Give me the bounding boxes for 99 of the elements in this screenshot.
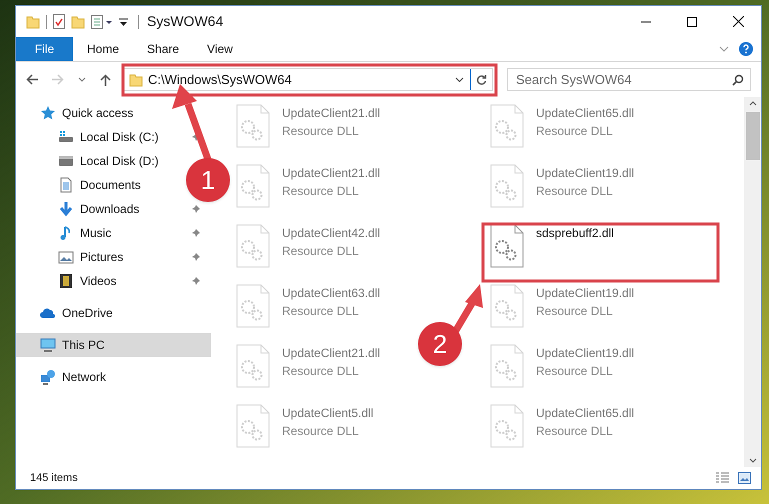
dll-file-icon [490,284,524,328]
dll-file-icon [490,224,524,268]
nav-item-label: Documents [80,177,141,194]
file-item[interactable]: UpdateClient5.dll Resource DLL [236,400,374,448]
dll-file-icon [236,344,270,388]
file-name: UpdateClient42.dll [282,225,380,242]
pointer-arrow [452,284,483,334]
search-box[interactable]: Search SysWOW64 [507,68,751,91]
file-item[interactable]: UpdateClient63.dll Resource DLL [236,280,380,328]
nav-item[interactable]: OneDrive [16,301,211,325]
file-item[interactable]: UpdateClient65.dll Resource DLL [490,400,634,448]
nav-item-label: Music [80,225,112,242]
file-name: UpdateClient21.dll [282,165,380,182]
file-type: Resource DLL [282,183,360,200]
nav-item[interactable]: Music [16,221,211,245]
file-type: Resource DLL [536,363,614,380]
file-menu-button[interactable]: File [16,37,73,61]
file-item[interactable]: UpdateClient19.dll Resource DLL [490,340,634,388]
back-arrow-icon[interactable] [26,74,38,85]
file-type: Resource DLL [536,183,614,200]
close-icon [732,16,744,27]
help-icon[interactable] [739,42,753,56]
file-name: UpdateClient65.dll [536,105,634,122]
nav-item[interactable]: Pictures [16,245,211,269]
dll-file-icon [490,164,524,208]
file-type: Resource DLL [282,303,360,320]
file-type: Resource DLL [536,423,614,440]
nav-item[interactable]: Local Disk (C:) [16,125,211,149]
file-item[interactable]: UpdateClient65.dll Resource DLL [490,100,634,148]
nav-item-label: Local Disk (C:) [80,129,159,146]
search-icon [732,74,744,86]
recent-locations-caret-icon[interactable] [78,77,86,82]
address-dropdown-caret-icon[interactable] [455,76,464,82]
dll-file-icon [236,224,270,268]
file-item[interactable]: UpdateClient42.dll Resource DLL [236,220,380,268]
scroll-up-icon[interactable] [748,101,756,106]
nav-item[interactable]: This PC [16,333,211,357]
file-name: UpdateClient19.dll [536,345,634,362]
ribbon-tab[interactable]: View [193,37,247,61]
item-count: 145 items [30,470,78,486]
file-type: Resource DLL [536,123,614,140]
large-icons-view-icon[interactable] [738,472,751,484]
view-icon[interactable] [91,14,113,28]
file-type: Resource DLL [282,363,360,380]
nav-item-label: OneDrive [62,305,113,322]
expand-ribbon-icon[interactable] [719,46,729,52]
up-arrow-icon[interactable] [100,74,111,86]
file-name: UpdateClient63.dll [282,285,380,302]
search-field[interactable]: Search SysWOW64 [516,70,732,90]
file-name: UpdateClient5.dll [282,405,374,422]
address-path: C:\Windows\SysWOW64 [148,70,292,89]
vertical-scrollbar[interactable] [744,97,761,467]
customize-toolbar-icon[interactable] [119,16,128,26]
nav-item-label: Downloads [80,201,140,218]
file-name: UpdateClient21.dll [282,345,380,362]
nav-item[interactable]: Network [16,365,211,389]
dll-file-icon [490,104,524,148]
nav-item[interactable]: Quick access [16,101,211,125]
file-name: sdsprebuff2.dll [536,225,614,242]
address-bar[interactable]: C:\Windows\SysWOW64 [123,68,493,91]
dll-file-icon [236,104,270,148]
nav-item-label: Network [62,369,106,386]
nav-item[interactable]: Local Disk (D:) [16,149,163,173]
file-type: Resource DLL [282,123,360,140]
nav-item-label: Pictures [80,249,124,266]
ribbon-tab[interactable]: Home [73,37,134,61]
properties-icon[interactable] [53,14,65,29]
dll-file-icon [236,164,270,208]
file-name: UpdateClient19.dll [536,285,634,302]
refresh-icon[interactable] [476,74,487,86]
file-item[interactable]: UpdateClient19.dll Resource DLL [490,280,634,328]
file-name: UpdateClient19.dll [536,165,634,182]
dll-file-icon [490,344,524,388]
file-type: Resource DLL [282,423,360,440]
scroll-down-icon[interactable] [748,458,756,463]
ribbon-tab[interactable]: Share [133,37,194,61]
dll-file-icon [236,284,270,328]
file-item[interactable]: UpdateClient21.dll Resource DLL [236,160,380,208]
file-type: Resource DLL [282,243,360,260]
file-item[interactable]: UpdateClient21.dll Resource DLL [236,100,380,148]
details-view-icon[interactable] [715,472,730,484]
scrollbar-thumb[interactable] [746,112,760,160]
file-item[interactable]: UpdateClient21.dll Resource DLL [236,340,380,388]
nav-item-label: Quick access [62,105,134,122]
nav-item[interactable]: Documents [16,173,145,197]
maximize-icon [687,16,697,26]
nav-item-label: This PC [62,337,105,354]
dll-file-icon [490,404,524,448]
window-title: SysWOW64 [147,12,224,31]
dll-file-icon [236,404,270,448]
file-item[interactable]: sdsprebuff2.dll [490,220,614,268]
file-item[interactable]: UpdateClient19.dll Resource DLL [490,160,634,208]
file-name: UpdateClient21.dll [282,105,380,122]
file-name: UpdateClient65.dll [536,405,634,422]
nav-item-label: Videos [80,273,116,290]
nav-item[interactable]: Videos [16,269,211,293]
file-type: Resource DLL [536,303,614,320]
folder-icon [129,72,143,86]
nav-item-label: Local Disk (D:) [80,153,159,170]
